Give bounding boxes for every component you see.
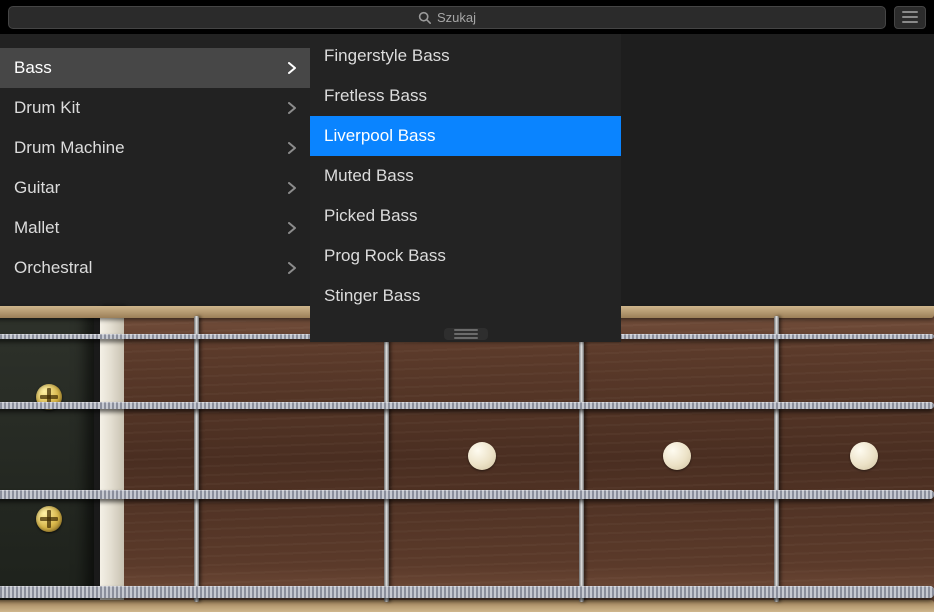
category-label: Guitar [14, 178, 60, 198]
preset-label: Prog Rock Bass [324, 246, 446, 266]
nut [100, 306, 124, 612]
category-label: Drum Kit [14, 98, 80, 118]
bass-string[interactable] [0, 586, 934, 598]
category-label: Bass [14, 58, 52, 78]
category-label: Orchestral [14, 258, 92, 278]
preset-label: Stinger Bass [324, 286, 420, 306]
preset-item[interactable]: Fretless Bass [310, 76, 621, 116]
category-list[interactable]: Bass Drum Kit Drum Machine Guitar Mallet Orch… [0, 34, 310, 306]
preset-item[interactable]: Stinger Bass [310, 276, 621, 316]
category-label: Mallet [14, 218, 59, 238]
preset-item[interactable]: Liverpool Bass [310, 116, 621, 156]
category-item[interactable]: Drum Machine [0, 128, 310, 168]
category-item[interactable]: Guitar [0, 168, 310, 208]
chevron-right-icon [288, 182, 296, 194]
preset-list[interactable]: Fingerstyle Bass Fretless Bass Liverpool B… [310, 34, 621, 342]
search-icon [418, 11, 431, 24]
preset-item[interactable]: Fingerstyle Bass [310, 36, 621, 76]
preset-label: Fingerstyle Bass [324, 46, 450, 66]
bass-string[interactable] [0, 490, 934, 499]
preset-item[interactable]: Muted Bass [310, 156, 621, 196]
search-placeholder: Szukaj [437, 10, 476, 25]
fret-marker-dot [468, 442, 496, 470]
chevron-right-icon [288, 222, 296, 234]
preset-item[interactable]: Prog Rock Bass [310, 236, 621, 276]
category-item[interactable]: Orchestral [0, 248, 310, 288]
preset-label: Picked Bass [324, 206, 418, 226]
tuning-screw-icon [36, 506, 62, 532]
fret [384, 316, 389, 602]
drag-handle[interactable] [444, 328, 488, 340]
preset-label: Fretless Bass [324, 86, 427, 106]
preset-label: Liverpool Bass [324, 126, 436, 146]
bass-string[interactable] [0, 402, 934, 409]
sound-browser: Bass Drum Kit Drum Machine Guitar Mallet Orch… [0, 34, 934, 306]
preset-label: Muted Bass [324, 166, 414, 186]
chevron-right-icon [288, 62, 296, 74]
search-input[interactable]: Szukaj [8, 6, 886, 29]
neck-binding-bottom [0, 600, 934, 612]
category-item[interactable]: Mallet [0, 208, 310, 248]
category-item[interactable]: Bass [0, 48, 310, 88]
fret-marker-dot [663, 442, 691, 470]
list-menu-button[interactable] [894, 6, 926, 29]
bass-instrument[interactable] [0, 306, 934, 612]
headstock [0, 306, 100, 612]
fret [194, 316, 199, 602]
preset-item[interactable]: Picked Bass [310, 196, 621, 236]
top-bar: Szukaj [0, 0, 934, 34]
chevron-right-icon [288, 142, 296, 154]
fret-marker-dot [850, 442, 878, 470]
category-label: Drum Machine [14, 138, 125, 158]
category-item[interactable]: Drum Kit [0, 88, 310, 128]
chevron-right-icon [288, 262, 296, 274]
fret [579, 316, 584, 602]
fretboard[interactable] [124, 306, 934, 612]
chevron-right-icon [288, 102, 296, 114]
fret [774, 316, 779, 602]
